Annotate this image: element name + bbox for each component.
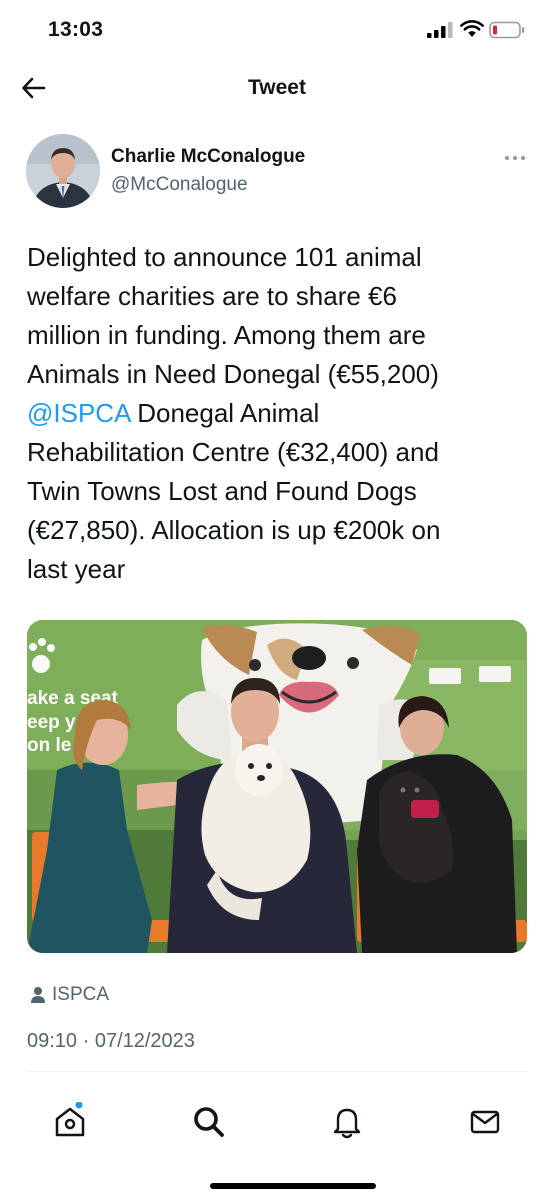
tweet-timestamp: 09:10 · 07/12/2023 bbox=[27, 1030, 195, 1052]
home-indicator[interactable] bbox=[210, 1183, 376, 1189]
search-icon[interactable] bbox=[189, 1102, 229, 1142]
tweet-text-part-1: Delighted to announce 101 animal welfare… bbox=[27, 242, 439, 389]
status-bar: 13:03 bbox=[0, 0, 554, 60]
wifi-icon bbox=[460, 20, 484, 37]
person-icon bbox=[31, 987, 45, 1003]
author-name[interactable]: Charlie McConalogue bbox=[111, 146, 305, 168]
tweet-photo[interactable]: ake a seat eep y on le bbox=[27, 620, 527, 953]
home-icon[interactable] bbox=[50, 1102, 90, 1142]
wall-sign-line-3: on le bbox=[27, 735, 71, 756]
navigation-bar: Tweet bbox=[0, 60, 554, 118]
notification-dot bbox=[75, 1102, 83, 1109]
cellular-signal-icon bbox=[427, 22, 453, 38]
more-options-icon[interactable] bbox=[500, 148, 530, 168]
author-avatar[interactable] bbox=[26, 134, 100, 208]
author-handle[interactable]: @McConalogue bbox=[111, 174, 248, 196]
divider bbox=[27, 1071, 527, 1072]
avatar-image bbox=[26, 134, 100, 208]
tagged-user-label[interactable]: ISPCA bbox=[52, 984, 109, 1006]
page-title: Tweet bbox=[248, 76, 306, 99]
battery-icon bbox=[489, 21, 525, 39]
tweet-text: Delighted to announce 101 animal welfare… bbox=[27, 238, 527, 589]
status-time: 13:03 bbox=[48, 18, 104, 41]
wall-sign-line-2: eep y bbox=[27, 712, 76, 733]
notifications-icon[interactable] bbox=[327, 1102, 367, 1142]
mention-link[interactable]: @ISPCA bbox=[27, 398, 130, 428]
messages-icon[interactable] bbox=[465, 1102, 505, 1142]
photo-illustration: ake a seat eep y on le bbox=[27, 620, 527, 953]
